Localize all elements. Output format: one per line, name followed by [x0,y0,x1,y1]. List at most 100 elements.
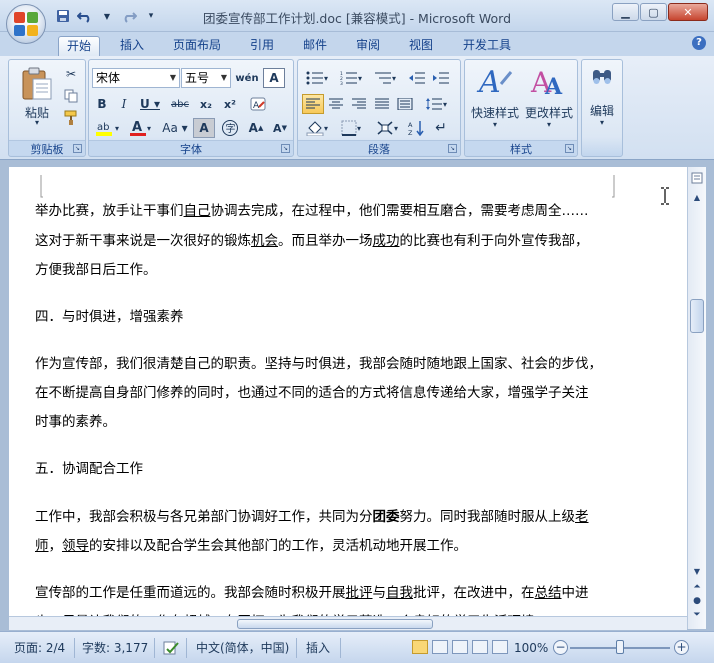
cut-icon[interactable]: ✂ [61,64,81,84]
subscript-icon[interactable]: x₂ [195,94,217,114]
document-line[interactable]: 师，领导的安排以及配合学生会其他部门的工作，灵活机动地开展工作。 [35,532,625,561]
document-line[interactable]: 方便我部日后工作。 [35,256,625,285]
show-formatting-icon[interactable]: ↵ [430,118,452,138]
format-painter-icon[interactable] [61,108,81,128]
grow-font-icon[interactable]: A ▲ [245,118,267,138]
help-icon[interactable]: ? [692,36,706,50]
print-layout-view-icon[interactable] [412,640,428,654]
office-button[interactable] [6,4,46,44]
sort-icon[interactable]: AZ [406,118,428,138]
maximize-icon[interactable]: ▢ [640,3,667,21]
minimize-icon[interactable]: ▁ [612,3,639,21]
multilevel-list-icon[interactable]: ▾ [370,68,400,88]
character-border-icon[interactable]: A [263,68,285,88]
document-line[interactable]: 宣传部的工作是任重而道远的。我部会随时积极开展批评与自我批评，在改进中，在总结中… [35,579,625,608]
font-size-select[interactable]: 五号 ▼ [181,68,231,88]
tab-references[interactable]: 引用 [242,36,282,56]
zoom-level[interactable]: 100% [514,638,548,658]
align-center-icon[interactable] [325,94,347,114]
phonetic-guide-icon[interactable]: wén [235,68,259,88]
distributed-icon[interactable] [394,94,416,114]
document-line[interactable]: 四．与时俱进，增强素养 [35,303,625,332]
paste-button[interactable]: 粘贴 ▾ [17,64,57,128]
ruler-toggle-icon[interactable] [689,170,705,186]
zoom-in-icon[interactable]: + [674,640,689,655]
borders-icon[interactable]: ▾ [336,118,366,138]
change-styles-button[interactable]: A A 更改样式 ▾ [523,64,575,134]
close-icon[interactable]: ✕ [668,3,708,21]
dialog-launcher-icon[interactable]: ↘ [281,144,290,153]
dialog-launcher-icon[interactable]: ↘ [73,144,82,153]
dialog-launcher-icon[interactable]: ↘ [565,144,574,153]
document-line[interactable]: 工作中，我部会积极与各兄弟部门协调好工作，共同为分团委努力。同时我部随时服从上级… [35,503,625,532]
font-name-select[interactable]: 宋体 ▼ [92,68,180,88]
italic-icon[interactable]: I [114,94,134,114]
document-line[interactable]: 举办比赛，放手让干事们自己协调去完成，在过程中，他们需要相互磨合，需要考虑周全…… [35,197,625,226]
language-indicator[interactable]: 中文(简体，中国) [196,638,289,658]
change-case-icon[interactable]: Aa ▾ [159,118,191,138]
quick-styles-button[interactable]: A 快速样式 ▾ [469,64,521,134]
document-page[interactable]: 举办比赛，放手让干事们自己协调去完成，在过程中，他们需要相互磨合，需要考虑周全…… [9,167,687,629]
vertical-scrollbar[interactable]: ▲ ▼ ⏶ ● ⏷ [687,167,706,629]
web-layout-view-icon[interactable] [452,640,468,654]
document-line[interactable]: 这对于新干事来说是一次很好的锻炼机会。而且举办一场成功的比赛也有利于向外宣传我部… [35,227,625,256]
tab-developer[interactable]: 开发工具 [455,36,519,56]
text-run: 团委 [372,509,400,525]
align-right-icon[interactable] [348,94,370,114]
margin-corner-top-right [612,175,615,198]
character-shading-icon[interactable]: A [193,118,215,138]
draft-view-icon[interactable] [492,640,508,654]
tab-insert[interactable]: 插入 [112,36,152,56]
text-run: 五．协调配合工作 [35,461,143,477]
outline-view-icon[interactable] [472,640,488,654]
next-page-icon[interactable]: ⏷ [689,607,705,623]
document-line[interactable]: 作为宣传部，我们很清楚自己的职责。坚持与时俱进，我部会随时随地跟上国家、社会的步… [35,350,625,379]
zoom-slider-thumb[interactable] [616,640,624,654]
insert-mode-indicator[interactable]: 插入 [306,638,330,658]
strikethrough-icon[interactable]: abc [167,94,193,114]
tab-page-layout[interactable]: 页面布局 [165,36,229,56]
paste-icon [22,67,52,100]
tab-home[interactable]: 开始 [58,36,101,56]
increase-indent-icon[interactable] [430,68,452,88]
scroll-down-icon[interactable]: ▼ [689,563,705,579]
shading-icon[interactable]: ▾ [302,118,332,138]
font-color-icon[interactable]: A ▾ [125,118,155,138]
text-run: 时事的素养。 [35,414,116,430]
zoom-out-icon[interactable]: − [553,640,568,655]
word-count[interactable]: 字数: 3,177 [82,638,148,658]
highlight-color-icon[interactable]: ab ▾ [92,118,122,138]
justify-icon[interactable] [371,94,393,114]
clear-formatting-icon[interactable]: A [247,94,271,114]
horizontal-scrollbar[interactable] [9,616,687,630]
page-indicator[interactable]: 页面: 2/4 [14,638,65,658]
document-line[interactable]: 在不断提高自身部门修养的同时，也通过不同的适合的方式将信息传递给大家，增强学子关… [35,379,625,408]
horizontal-scroll-thumb[interactable] [237,619,433,629]
copy-icon[interactable] [61,86,81,106]
numbering-icon[interactable]: 1 2 3 ▾ [336,68,366,88]
text-run: 机会 [251,233,278,249]
tab-view[interactable]: 视图 [401,36,441,56]
superscript-icon[interactable]: x² [219,94,241,114]
scroll-up-icon[interactable]: ▲ [689,189,705,205]
tab-review[interactable]: 审阅 [348,36,388,56]
decrease-indent-icon[interactable] [406,68,428,88]
dialog-launcher-icon[interactable]: ↘ [448,144,457,153]
document-line[interactable]: 五．协调配合工作 [35,455,625,484]
tab-mailings[interactable]: 邮件 [295,36,335,56]
text-run: 方便我部日后工作。 [35,262,157,278]
shrink-font-icon[interactable]: A ▼ [269,118,291,138]
document-line[interactable]: 时事的素养。 [35,408,625,437]
line-spacing-icon[interactable]: ▾ [420,94,452,114]
underline-icon[interactable]: U ▾ [136,94,164,114]
asian-layout-icon[interactable]: ▾ [372,118,402,138]
ribbon-tabs: 开始 插入 页面布局 引用 邮件 审阅 视图 开发工具 [0,32,714,56]
proofing-icon[interactable] [162,638,180,658]
enclose-characters-icon[interactable]: 字 [219,118,241,138]
align-left-icon[interactable] [302,94,324,114]
full-screen-reading-view-icon[interactable] [432,640,448,654]
editing-group[interactable]: 编辑 ▾ [581,59,623,157]
bold-icon[interactable]: B [92,94,112,114]
bullets-icon[interactable]: ▾ [302,68,332,88]
vertical-scroll-thumb[interactable] [690,299,704,333]
